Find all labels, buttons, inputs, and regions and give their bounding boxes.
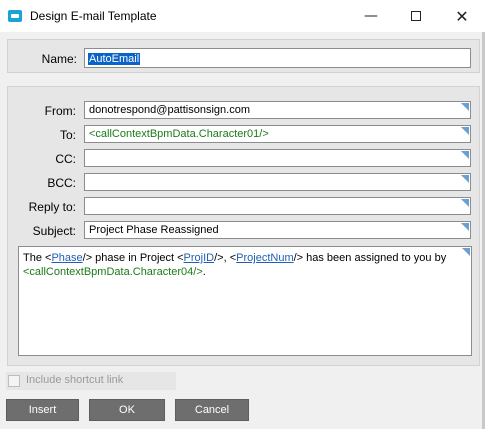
field-picker-icon[interactable]	[461, 151, 469, 159]
ok-button[interactable]: OK	[89, 399, 165, 421]
cc-label: CC:	[55, 152, 76, 166]
field-picker-icon[interactable]	[461, 223, 469, 231]
to-field[interactable]: <callContextBpmData.Character01/>	[84, 125, 471, 143]
email-template-icon	[8, 10, 22, 22]
bcc-label: BCC:	[47, 176, 76, 190]
minimize-button[interactable]: —	[348, 0, 394, 32]
body-text: .	[202, 266, 206, 278]
title-bar[interactable]: Design E-mail Template — ✕	[0, 0, 485, 32]
insert-button[interactable]: Insert	[6, 399, 79, 421]
to-label: To:	[59, 128, 76, 142]
include-shortcut-label: Include shortcut link	[26, 374, 124, 386]
maximize-icon	[411, 11, 421, 21]
include-shortcut-option[interactable]: Include shortcut link	[6, 372, 176, 390]
message-body-editor[interactable]: The <Phase/> phase in Project <ProjID/>,…	[18, 246, 472, 356]
subject-field[interactable]: Project Phase Reassigned	[84, 221, 471, 239]
field-picker-icon[interactable]	[461, 199, 469, 207]
body-text: /> phase in Project <	[82, 252, 184, 264]
close-icon: ✕	[455, 6, 469, 26]
from-value: donotrespond@pattisonsign.com	[89, 104, 250, 116]
bcc-field[interactable]	[84, 173, 471, 191]
reply-to-label: Reply to:	[28, 200, 76, 214]
window-title: Design E-mail Template	[30, 9, 157, 23]
reply-to-field[interactable]	[84, 197, 471, 215]
body-text: The <	[23, 252, 52, 264]
cancel-button[interactable]: Cancel	[175, 399, 249, 421]
name-input[interactable]: AutoEmail	[84, 48, 471, 68]
name-label: Name:	[41, 52, 77, 66]
bpm-data-token: <callContextBpmData.Character04/>	[23, 266, 203, 278]
phase-token[interactable]: Phase	[51, 252, 82, 264]
subject-value: Project Phase Reassigned	[89, 224, 219, 236]
field-picker-icon[interactable]	[462, 248, 470, 256]
field-picker-icon[interactable]	[461, 127, 469, 135]
to-value: <callContextBpmData.Character01/>	[89, 128, 269, 140]
cc-field[interactable]	[84, 149, 471, 167]
projid-token[interactable]: ProjID	[184, 252, 215, 264]
body-text: /> has been assigned to you by	[293, 252, 447, 264]
close-button[interactable]: ✕	[439, 0, 485, 32]
from-label: From:	[44, 104, 76, 118]
include-shortcut-checkbox[interactable]	[8, 375, 20, 387]
projectnum-token[interactable]: ProjectNum	[236, 252, 293, 264]
field-picker-icon[interactable]	[461, 103, 469, 111]
maximize-button[interactable]	[393, 0, 439, 32]
body-text: />, <	[214, 252, 237, 264]
name-value: AutoEmail	[88, 53, 141, 65]
from-field[interactable]: donotrespond@pattisonsign.com	[84, 101, 471, 119]
subject-label: Subject:	[32, 224, 76, 238]
field-picker-icon[interactable]	[461, 175, 469, 183]
minimize-icon: —	[364, 8, 378, 24]
